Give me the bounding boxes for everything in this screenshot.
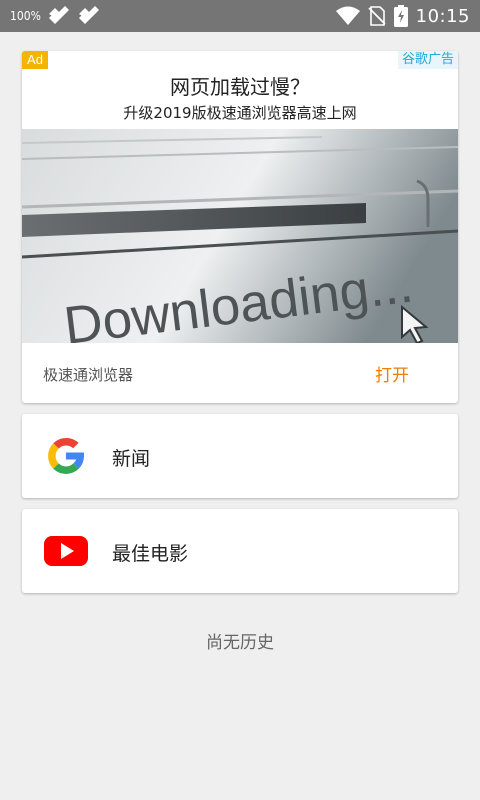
notification-icon [78, 6, 99, 24]
ad-title[interactable]: 网页加载过慢？ [22, 71, 458, 100]
battery-percent: 100% [10, 9, 41, 23]
ad-subtitle[interactable]: 升级2019版极速通浏览器高速上网 [22, 102, 458, 123]
youtube-icon [44, 536, 88, 566]
ad-badge: Ad [22, 51, 48, 69]
notification-icon [48, 6, 69, 24]
ad-app-name[interactable]: 极速通浏览器 [43, 364, 133, 385]
shortcut-news-label: 新闻 [112, 448, 151, 470]
wifi-icon [335, 6, 360, 25]
shortcut-best-movies-label: 最佳电影 [112, 543, 189, 565]
status-bar-right: 10:15 [335, 0, 470, 32]
battery-charging-icon [393, 5, 408, 27]
ad-image[interactable]: Downloading... [22, 129, 458, 343]
ad-choices-label[interactable]: 谷歌广告 [397, 51, 458, 69]
shortcut-news[interactable]: 新闻 [22, 414, 458, 498]
status-bar-left: 100% [10, 0, 101, 32]
status-bar: 100% 10:15 [0, 0, 480, 32]
clock: 10:15 [415, 5, 470, 27]
shortcut-best-movies[interactable]: 最佳电影 [22, 509, 458, 593]
empty-history-text: 尚无历史 [206, 633, 274, 653]
ad-card[interactable]: Ad 谷歌广告 网页加载过慢？ 升级2019版极速通浏览器高速上网 Downlo… [22, 51, 458, 403]
open-button[interactable]: 打开 [362, 361, 422, 386]
no-sim-icon [367, 6, 386, 26]
google-icon [48, 437, 84, 474]
